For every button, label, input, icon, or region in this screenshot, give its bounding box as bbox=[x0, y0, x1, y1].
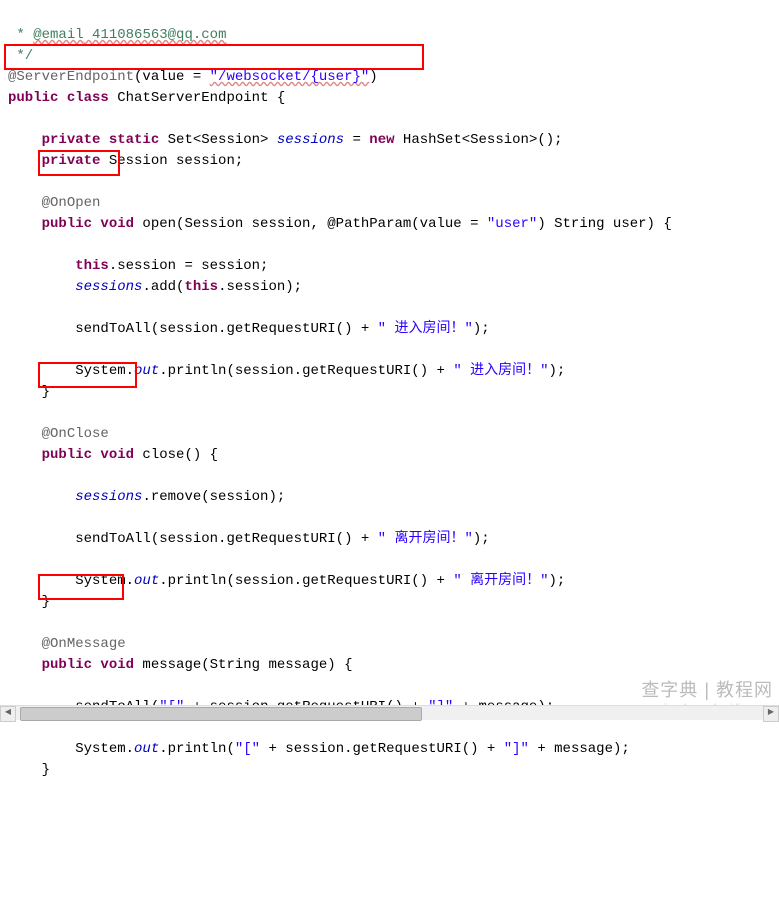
watermark-text: 查字典 | 教程网 bbox=[641, 677, 773, 704]
code-editor: * @email 411086563@qq.com */ @ServerEndp… bbox=[0, 0, 779, 911]
scroll-thumb[interactable] bbox=[20, 707, 422, 721]
code-content: * @email 411086563@qq.com */ @ServerEndp… bbox=[8, 25, 771, 781]
horizontal-scrollbar[interactable]: ◀ ▶ bbox=[0, 705, 779, 720]
